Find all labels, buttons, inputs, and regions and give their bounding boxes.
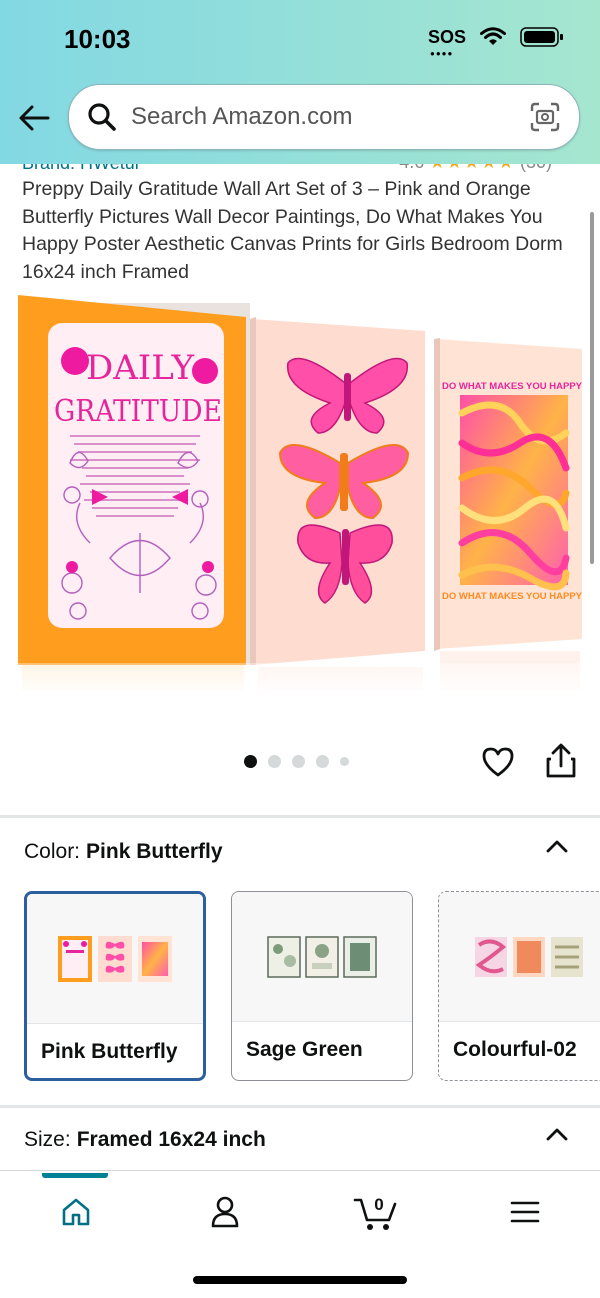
carousel-dot[interactable]	[268, 755, 281, 768]
carousel-dot[interactable]	[292, 755, 305, 768]
tab-home[interactable]	[54, 1190, 98, 1234]
carousel-dot[interactable]	[316, 755, 329, 768]
camera-scan-icon[interactable]	[529, 101, 561, 133]
divider	[0, 815, 600, 818]
rating-count: (30)	[520, 164, 552, 172]
gratitude-print: DAILY GRATITUDE	[18, 295, 246, 691]
color-option-colourful-02[interactable]: Colourful-02	[438, 891, 600, 1081]
cart-icon: 0	[353, 1195, 397, 1230]
happy-heading-top: DO WHAT MAKES YOU HAPPY	[442, 381, 583, 392]
heart-icon[interactable]	[480, 744, 516, 780]
home-indicator[interactable]	[193, 1276, 407, 1284]
battery-icon	[520, 27, 563, 47]
star-rating-icon: ★★★★★	[429, 164, 515, 172]
rating-value: 4.6	[399, 164, 424, 172]
home-icon	[62, 1198, 90, 1226]
color-label: Color:	[24, 840, 81, 863]
size-selector-header[interactable]: Size: Framed 16x24 inch	[0, 1106, 600, 1170]
happy-print: DO WHAT MAKES YOU HAPPY DO WHAT MAKES YO…	[434, 338, 583, 651]
gratitude-heading: GRATITUDE	[54, 394, 222, 429]
daily-heading: DAILY	[86, 348, 195, 388]
carousel-dot[interactable]	[244, 755, 257, 768]
search-bar[interactable]: Search Amazon.com	[68, 84, 580, 150]
cart-count: 0	[374, 1195, 383, 1214]
product-title: Preppy Daily Gratitude Wall Art Set of 3…	[22, 178, 563, 283]
swatch-thumbnail	[27, 894, 203, 1024]
scroll-indicator[interactable]	[590, 212, 594, 564]
color-option-sage-green[interactable]: Sage Green	[231, 891, 413, 1081]
profile-icon	[211, 1196, 239, 1228]
brand-rating-row: Brand: HWetui 4.6 ★★★★★ (30)	[22, 164, 582, 176]
tab-menu[interactable]	[503, 1190, 547, 1234]
size-label: Size:	[24, 1128, 71, 1151]
active-tab-indicator	[42, 1173, 108, 1178]
swatch-thumbnail	[232, 892, 412, 1022]
swatch-thumbnail	[439, 892, 600, 1022]
status-time: 10:03	[64, 24, 131, 54]
color-selected-value: Pink Butterfly	[86, 840, 223, 863]
color-option-label: Sage Green	[246, 1038, 363, 1061]
image-carousel-dots[interactable]	[244, 755, 349, 768]
color-selector-header[interactable]: Color: Pink Butterfly	[24, 840, 223, 864]
chevron-up-icon[interactable]	[545, 1126, 569, 1142]
brand-link[interactable]: Brand: HWetui	[22, 164, 139, 174]
sos-label: SOS	[427, 26, 466, 47]
color-option-pink-butterfly[interactable]: Pink Butterfly	[24, 891, 206, 1081]
search-input[interactable]: Search Amazon.com	[131, 103, 529, 131]
app-header: 10:03 SOS ●●●● Search Amazon.com	[0, 0, 600, 164]
tab-cart[interactable]: 0	[352, 1190, 400, 1234]
chevron-up-icon[interactable]	[545, 838, 569, 854]
happy-heading-bottom: DO WHAT MAKES YOU HAPPY	[442, 591, 583, 602]
rating[interactable]: 4.6 ★★★★★ (30)	[399, 164, 552, 173]
product-image[interactable]: DAILY GRATITUDE DO WHAT MAKES YOU HAPPY …	[0, 293, 600, 695]
size-row: Size: Framed 16x24 inch	[24, 1128, 266, 1152]
back-button[interactable]	[14, 98, 54, 138]
wifi-icon	[480, 27, 506, 45]
color-option-label: Pink Butterfly	[41, 1040, 178, 1063]
search-icon	[88, 103, 116, 131]
menu-icon	[510, 1201, 540, 1223]
signal-dots-icon: ●●●●	[429, 48, 454, 58]
share-icon[interactable]	[543, 742, 579, 780]
carousel-dot[interactable]	[340, 757, 349, 766]
color-option-label: Colourful-02	[453, 1038, 577, 1061]
butterfly-print	[250, 317, 425, 667]
tab-account[interactable]	[203, 1190, 247, 1234]
status-indicators: SOS ●●●●	[427, 26, 564, 58]
size-selected-value: Framed 16x24 inch	[76, 1128, 266, 1151]
back-arrow-icon	[19, 105, 50, 131]
sos-indicator: SOS ●●●●	[427, 26, 466, 58]
